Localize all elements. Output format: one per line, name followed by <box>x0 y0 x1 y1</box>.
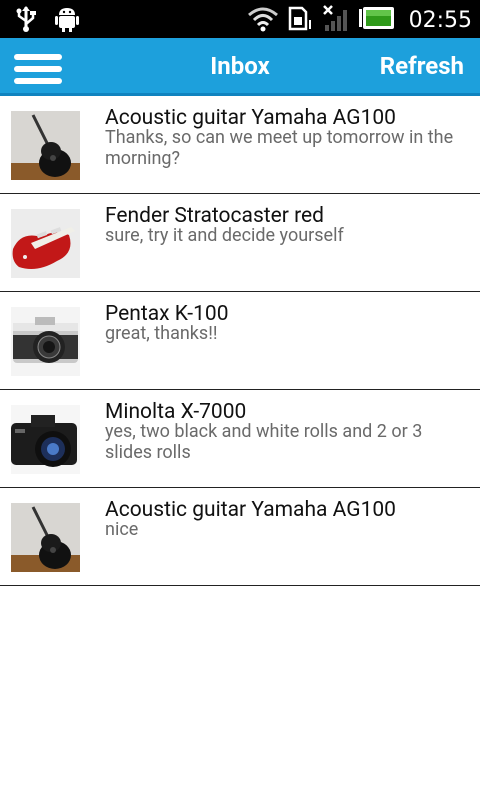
sdcard-icon <box>287 4 313 36</box>
list-item[interactable]: Acoustic guitar Yamaha AG100 Thanks, so … <box>0 96 480 194</box>
black-camera-thumbnail <box>11 405 80 474</box>
silver-camera-thumbnail <box>11 307 80 376</box>
list-item[interactable]: Minolta X-7000 yes, two black and white … <box>0 390 480 488</box>
clock: 02:55 <box>408 7 472 33</box>
usb-icon <box>14 5 38 37</box>
list-item[interactable]: Pentax K-100 great, thanks!! <box>0 292 480 390</box>
status-bar: 02:55 <box>0 0 480 38</box>
item-message: sure, try it and decide yourself <box>105 225 344 246</box>
wifi-icon <box>247 4 279 36</box>
battery-icon <box>358 7 395 33</box>
list-item[interactable]: Acoustic guitar Yamaha AG100 nice <box>0 488 480 586</box>
item-message: great, thanks!! <box>105 323 218 344</box>
electric-guitar-thumbnail <box>11 209 80 278</box>
item-message: nice <box>105 519 139 540</box>
android-debug-icon <box>54 5 80 37</box>
hamburger-menu-icon[interactable] <box>14 50 62 86</box>
item-message: yes, two black and white rolls and 2 or … <box>105 421 423 463</box>
acoustic-guitar-thumbnail <box>11 111 80 180</box>
refresh-button[interactable]: Refresh <box>380 52 464 80</box>
list-item[interactable]: Fender Stratocaster red sure, try it and… <box>0 194 480 292</box>
no-signal-icon <box>321 3 351 37</box>
action-bar: Inbox Refresh <box>0 38 480 96</box>
item-message: Thanks, so can we meet up tomorrow in th… <box>105 127 454 169</box>
inbox-list: Acoustic guitar Yamaha AG100 Thanks, so … <box>0 96 480 586</box>
acoustic-guitar-thumbnail <box>11 503 80 572</box>
